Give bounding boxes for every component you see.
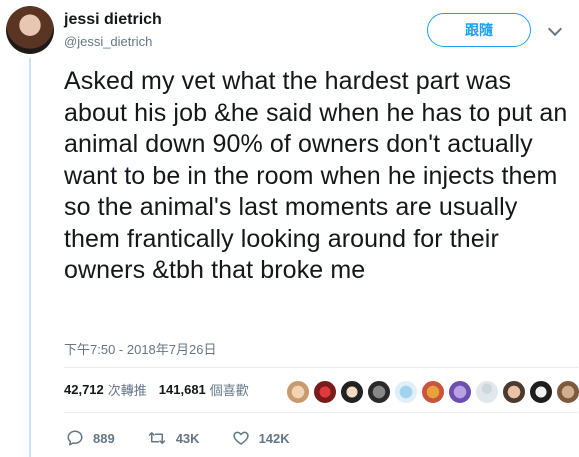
retweets-label[interactable]: 次轉推: [108, 380, 147, 399]
likes-label[interactable]: 個喜歡: [210, 380, 249, 399]
liker-avatar[interactable]: [421, 380, 445, 404]
retweet-button[interactable]: 43K: [147, 429, 200, 447]
retweets-count[interactable]: 42,712: [64, 382, 104, 397]
liker-avatar[interactable]: [502, 380, 526, 404]
divider: [64, 367, 578, 368]
tweet-stats: 42,712 次轉推 141,681 個喜歡: [64, 380, 261, 399]
liker-avatars: [286, 380, 579, 404]
tweet-text: Asked my vet what the hardest part was a…: [64, 67, 568, 284]
tweet-header: jessi dietrich @jessi_dietrich: [64, 10, 162, 51]
tweet-timestamp[interactable]: 下午7:50 - 2018年7月26日: [64, 339, 216, 358]
avatar[interactable]: [6, 6, 54, 54]
heart-icon: [232, 431, 249, 445]
liker-avatar[interactable]: [340, 380, 364, 404]
tweet-actions: 889 43K 142K: [66, 429, 322, 447]
retweet-icon: [148, 432, 165, 444]
reply-button[interactable]: 889: [66, 429, 115, 447]
follow-button[interactable]: 跟隨: [427, 13, 531, 47]
liker-avatar[interactable]: [313, 380, 337, 404]
liker-avatar[interactable]: [448, 380, 472, 404]
thread-line: [29, 58, 31, 457]
likes-count[interactable]: 141,681: [159, 382, 206, 397]
liker-avatar[interactable]: [556, 380, 579, 404]
liker-avatar[interactable]: [475, 380, 499, 404]
liker-avatar[interactable]: [286, 380, 310, 404]
chevron-down-icon[interactable]: [547, 21, 563, 37]
like-button[interactable]: 142K: [232, 429, 290, 447]
reply-icon: [67, 430, 83, 446]
like-count: 142K: [258, 430, 290, 446]
retweet-count: 43K: [175, 430, 200, 446]
divider: [64, 412, 578, 413]
display-name[interactable]: jessi dietrich: [64, 10, 162, 30]
liker-avatar[interactable]: [367, 380, 391, 404]
liker-avatar[interactable]: [529, 380, 553, 404]
reply-count: 889: [93, 430, 115, 446]
user-handle[interactable]: @jessi_dietrich: [64, 33, 162, 51]
liker-avatar[interactable]: [394, 380, 418, 404]
